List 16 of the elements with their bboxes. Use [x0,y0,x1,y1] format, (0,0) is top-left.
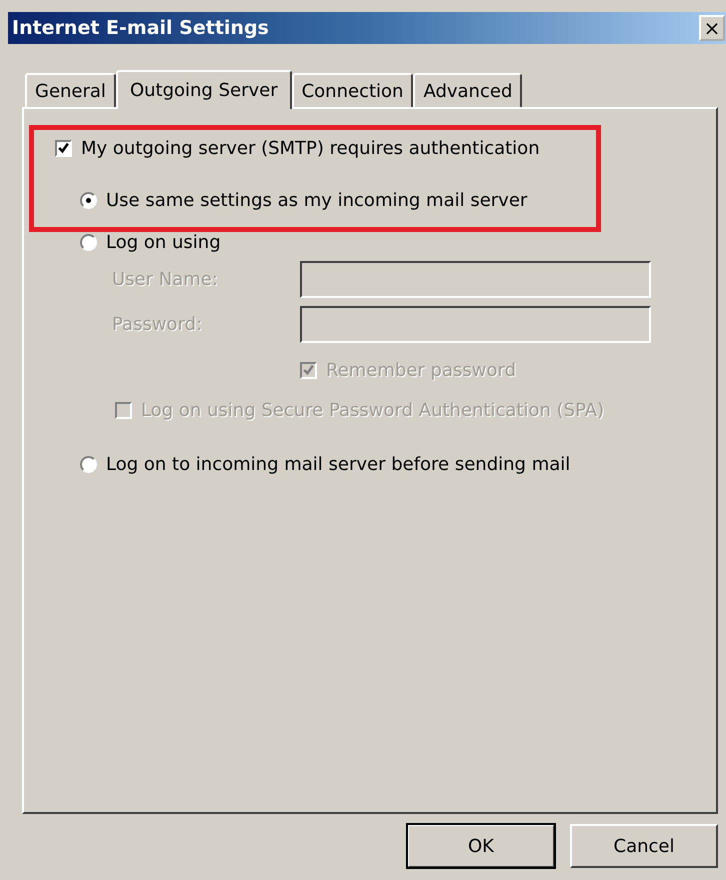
radio-button[interactable] [80,234,97,250]
close-button[interactable]: × [699,15,725,41]
radio-label: Log on using [106,232,221,252]
radio-button[interactable] [80,192,97,208]
radio-button[interactable] [80,456,97,472]
tab[interactable]: Advanced [413,73,522,107]
checkbox[interactable] [55,140,72,156]
radio-label: Use same settings as my incoming mail server [106,190,528,210]
dialog-button[interactable]: OK [407,824,555,868]
checkbox-label: My outgoing server (SMTP) requires authentication [81,138,540,158]
tab[interactable]: General [25,73,116,107]
window-title: Internet E-mail Settings [12,17,269,39]
tab[interactable]: Outgoing Server [116,70,292,109]
dialog-button[interactable]: Cancel [570,824,718,868]
radio-label: Log on to incoming mail server before sending mail [106,454,570,474]
tab[interactable]: Connection [292,73,414,107]
